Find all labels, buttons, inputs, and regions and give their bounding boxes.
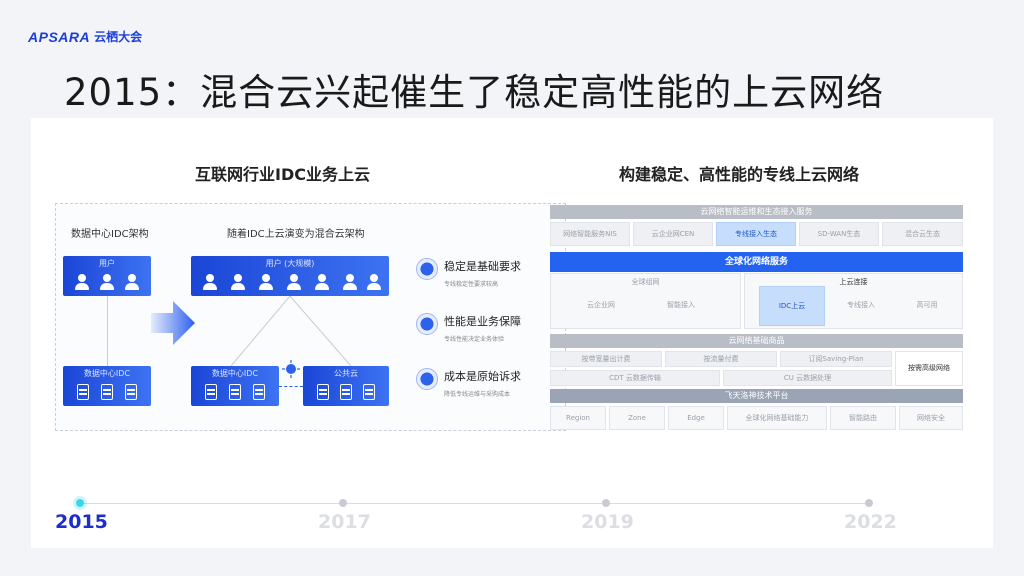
cell-traffic: 按流量付费	[665, 351, 777, 367]
user-icon	[287, 274, 301, 290]
public-cloud-box: 公共云	[303, 366, 389, 406]
cell-security: 网络安全	[899, 406, 963, 430]
cell-express: 专线接入	[847, 301, 875, 309]
bar-platform: 飞天洛神技术平台	[550, 389, 963, 403]
connector-line	[107, 296, 108, 366]
logo-text: APSARA	[28, 28, 91, 45]
cell-global-base: 全球化网络基础能力	[727, 406, 827, 430]
cell-cen-mid: 云企业网	[587, 301, 615, 309]
timeline-year-2015[interactable]: 2015	[55, 511, 108, 533]
cell-region: Region	[550, 406, 606, 430]
cell-idc-cloud: IDC上云	[759, 286, 825, 326]
cell-cdt: CDT 云数据传输	[550, 370, 720, 386]
server-icon	[340, 384, 352, 400]
timeline-dot-2022[interactable]	[865, 499, 873, 507]
user-icon	[100, 274, 114, 290]
server-icon	[229, 384, 241, 400]
performance-icon	[416, 313, 438, 335]
user-icon	[259, 274, 273, 290]
user-icon	[367, 274, 381, 290]
server-icon	[77, 384, 89, 400]
server-icon	[205, 384, 217, 400]
cell-ecosystem: 专线接入生态	[716, 222, 796, 246]
cell-zone: Zone	[609, 406, 665, 430]
dedicated-line-icon	[282, 360, 300, 378]
server-icon	[125, 384, 137, 400]
connection-lines	[230, 296, 352, 366]
feature-performance: 性能是业务保障 专线性能决定业务体验	[416, 313, 521, 343]
users-box: 用户	[63, 256, 151, 296]
user-icon	[231, 274, 245, 290]
user-icon	[125, 274, 139, 290]
user-icon	[343, 274, 357, 290]
timeline-year-2017[interactable]: 2017	[318, 511, 371, 533]
user-icon	[75, 274, 89, 290]
cost-icon	[416, 368, 438, 390]
dedicated-line	[279, 386, 303, 387]
bar-ops-service: 云网络智能运维和生态接入服务	[550, 205, 963, 219]
feature-cost: 成本是原始诉求 降低专线运维与采购成本	[416, 368, 521, 398]
cell-edge: Edge	[668, 406, 724, 430]
cell-cen: 云企业网CEN	[633, 222, 713, 246]
left-heading: 互联网行业IDC业务上云	[195, 165, 370, 184]
server-icon	[317, 384, 329, 400]
right-heading: 构建稳定、高性能的专线上云网络	[619, 165, 860, 184]
cell-nis: 网络智能服务NIS	[550, 222, 630, 246]
server-icon	[363, 384, 375, 400]
server-icon	[101, 384, 113, 400]
bar-global-network: 全球化网络服务	[550, 252, 963, 272]
timeline-line	[80, 503, 869, 504]
timeline-dot-2017[interactable]	[339, 499, 347, 507]
bar-base-products: 云网络基础商品	[550, 334, 963, 348]
user-icon	[315, 274, 329, 290]
slide-title: 2015：混合云兴起催生了稳定高性能的上云网络	[64, 71, 885, 114]
idc-box-2: 数据中心IDC	[191, 366, 279, 406]
server-icon	[253, 384, 265, 400]
cell-ha: 高可用	[916, 301, 938, 309]
cell-advanced: 按需高级网络	[895, 351, 963, 386]
logo-cn-text: 云栖大会	[94, 30, 143, 44]
timeline-year-2019[interactable]: 2019	[581, 511, 634, 533]
cell-smart-access: 智能接入	[667, 301, 695, 309]
cell-hybrid: 混合云生态	[882, 222, 963, 246]
label-idc-arch: 数据中心IDC架构	[71, 229, 149, 240]
label-evolve: 随着IDC上云演变为混合云架构	[227, 229, 365, 240]
idc-box: 数据中心IDC	[63, 366, 151, 406]
timeline-dot-2015[interactable]	[76, 499, 84, 507]
cell-routing: 智能路由	[830, 406, 896, 430]
cell-cu: CU 云数据处理	[723, 370, 892, 386]
cell-saving-plan: 订阅Saving-Plan	[780, 351, 892, 367]
stability-icon	[416, 258, 438, 280]
evolve-arrow-icon	[151, 301, 195, 345]
cell-sdwan: SD-WAN生态	[799, 222, 879, 246]
feature-stability: 稳定是基础要求 专线稳定性要求较高	[416, 258, 521, 288]
users-large-box: 用户 (大规模)	[191, 256, 389, 296]
apsara-logo: APSARA 云栖大会	[28, 28, 142, 45]
timeline-dot-2019[interactable]	[602, 499, 610, 507]
content-card: 互联网行业IDC业务上云 构建稳定、高性能的专线上云网络 数据中心IDC架构 随…	[31, 118, 993, 548]
timeline-year-2022[interactable]: 2022	[844, 511, 897, 533]
user-icon	[203, 274, 217, 290]
cell-bandwidth: 按带宽量出计费	[550, 351, 662, 367]
